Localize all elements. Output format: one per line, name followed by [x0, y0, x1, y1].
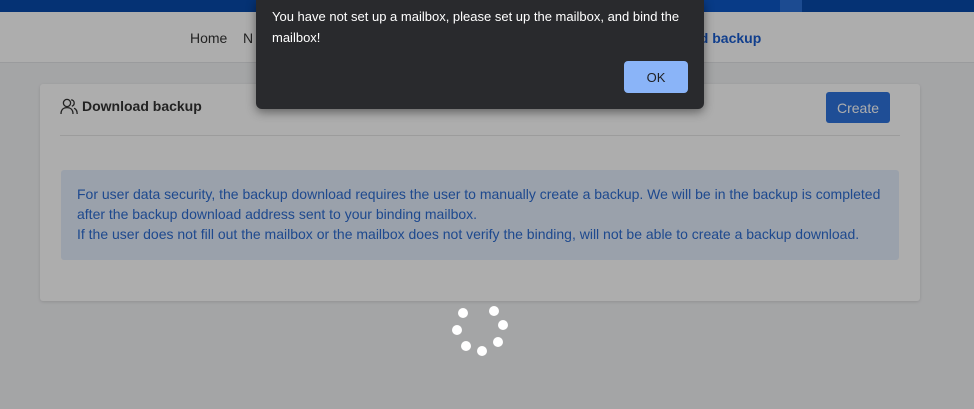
ok-button[interactable]: OK — [624, 61, 688, 93]
spinner-dot — [489, 306, 499, 316]
spinner-dot — [493, 337, 503, 347]
spinner-dot — [458, 308, 468, 318]
loading-spinner-icon — [449, 304, 513, 358]
spinner-dot — [498, 320, 508, 330]
spinner-dot — [461, 341, 471, 351]
spinner-dot — [477, 346, 487, 356]
spinner-dot — [452, 325, 462, 335]
alert-message: You have not set up a mailbox, please se… — [272, 9, 680, 45]
alert-dialog: You have not set up a mailbox, please se… — [256, 0, 704, 109]
page: Home N ad backup Download backup Create … — [0, 0, 974, 409]
